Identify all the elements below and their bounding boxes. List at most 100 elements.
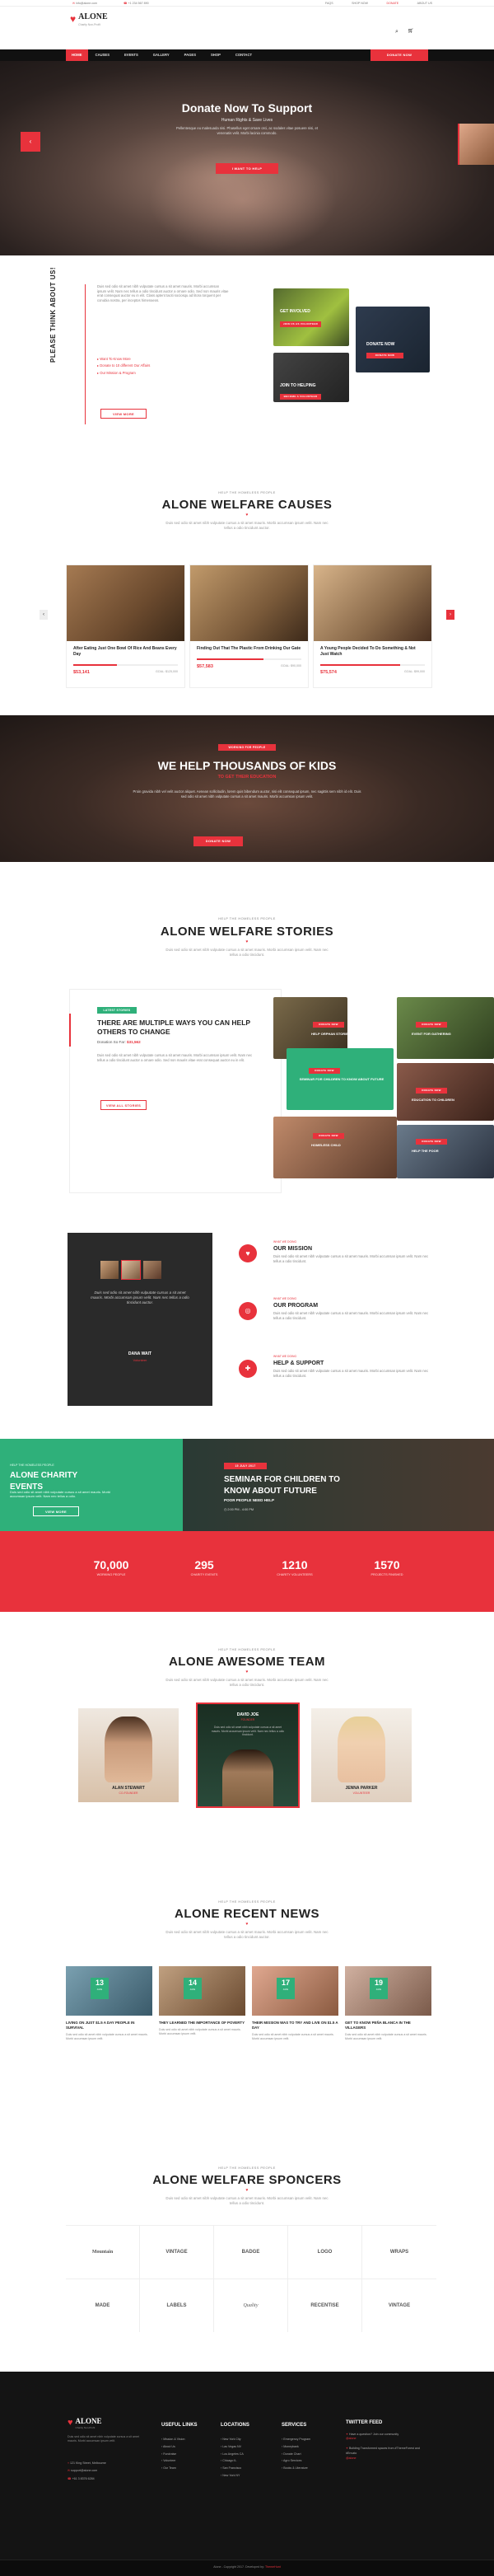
footer-link[interactable]: › Mission & Vision (161, 2436, 198, 2443)
news-card[interactable]: 17 AUG THEIR MISSION WAS TO TRY AND LIVE … (252, 1966, 338, 2057)
tweet-handle[interactable]: @alone (346, 2457, 428, 2461)
team-member-photo (338, 1717, 385, 1782)
sponsors-title: ALONE WELFARE SPONCERS (152, 2173, 342, 2187)
news-title[interactable]: GET TO KNOW PEÑA BLANCA IN THE VILLAGERS (345, 2021, 431, 2030)
sponsor-logo[interactable]: MADE (66, 2279, 140, 2332)
story-tile-pill[interactable]: DONATE NOW (313, 1133, 344, 1139)
developer-link[interactable]: ThemeHunt (265, 2565, 281, 2569)
news-title[interactable]: THEIR MISSION WAS TO TRY AND LIVE ON $1.… (252, 2021, 338, 2030)
sponsor-logo[interactable]: WRAPS (362, 2226, 436, 2279)
think-tile-2[interactable] (356, 307, 430, 372)
footer-tagline: Charity Non-Profit (75, 2426, 96, 2430)
cause-card[interactable]: A Young People Decided To Do Something &… (313, 564, 432, 688)
think-tile-2-button[interactable]: DONATE NOW (366, 353, 403, 358)
stat-item: 70,000 WORKING PEOPLE (70, 1557, 152, 1577)
footer-link[interactable]: › Las Vegas NV (221, 2443, 249, 2451)
top-link-donate[interactable]: DONATE (386, 2, 398, 6)
footer-link[interactable]: › New York NY (221, 2472, 249, 2480)
top-link-shop[interactable]: SHOP NOW (352, 2, 368, 6)
team-member-card-featured[interactable]: DAVID JOE FOUNDER Duis sed odio sit amet… (196, 1703, 300, 1808)
sponsor-logo[interactable]: LABELS (140, 2279, 214, 2332)
nav-gallery[interactable]: GALLERY (146, 53, 177, 58)
nav-causes[interactable]: CAUSES (88, 53, 117, 58)
sponsor-logo[interactable]: Quality (214, 2279, 288, 2332)
nav-donate-button[interactable]: DONATE NOW (370, 49, 428, 61)
footer-email[interactable]: ✉ support@alone.com (68, 2467, 106, 2475)
kids-donate-button[interactable]: DONATE NOW (193, 836, 243, 846)
cause-card[interactable]: After Eating Just One Bowl Of Rice And B… (66, 564, 185, 688)
hero-next-thumb[interactable] (458, 124, 494, 165)
sponsor-logo[interactable]: VINTAGE (362, 2279, 436, 2333)
nav-contact[interactable]: CONTACT (228, 53, 259, 58)
nav-home[interactable]: HOME (66, 49, 88, 61)
view-all-stories-button[interactable]: VIEW ALL STORIES (100, 1100, 147, 1110)
news-card[interactable]: 14 AUG THEY LEARNED THE IMPORTANCE OF POV… (159, 1966, 245, 2057)
story-tile-pill[interactable]: DONATE NOW (416, 1139, 447, 1145)
team-member-card[interactable]: JENNA PARKER VOLUNTEER (311, 1708, 412, 1802)
top-link-about[interactable]: ABOUT US (417, 2, 432, 6)
top-phone-text: +1 234 567 890 (128, 2, 149, 5)
news-title[interactable]: THEY LEARNED THE IMPORTANCE OF POVERTY (159, 2021, 245, 2026)
footer-link[interactable]: › Donate Chart (282, 2451, 310, 2458)
story-tile-title: SEMINAR FOR CHILDREN TO KNOW ABOUT FUTUR… (299, 1077, 384, 1081)
footer-phone[interactable]: ☎ +61 3 8376 6284 (68, 2475, 106, 2483)
footer-link[interactable]: › New York City (221, 2436, 249, 2443)
think-list-item[interactable]: ▸ Want To Know More (97, 356, 150, 363)
hero-prev-arrow[interactable]: ‹ (21, 132, 40, 152)
story-tile[interactable] (397, 997, 494, 1059)
avatar[interactable] (143, 1261, 161, 1279)
footer-link[interactable]: › Los Angeles CA (221, 2451, 249, 2458)
top-link-faqs[interactable]: FAQS (325, 2, 333, 6)
causes-next-arrow[interactable]: › (446, 610, 454, 620)
team-member-card[interactable]: ALAN STEWART CO-FOUNDER (78, 1708, 179, 1802)
footer-link[interactable]: › Chicago IL (221, 2457, 249, 2465)
news-card[interactable]: 13 AUG LIVING ON JUST $1.5 A DAY PEOPLE I… (66, 1966, 152, 2057)
think-tile-3-button[interactable]: BECOME A VOLUNTEER (280, 394, 321, 400)
avatar[interactable] (121, 1260, 141, 1280)
footer-link[interactable]: › About Us (161, 2443, 198, 2451)
cause-card[interactable]: Finding Out That The Plastic From Drinki… (189, 564, 309, 688)
story-tile-pill[interactable]: DONATE NOW (313, 1022, 344, 1028)
news-card[interactable]: 19 AUG GET TO KNOW PEÑA BLANCA IN THE VIL… (345, 1966, 431, 2057)
story-tile[interactable] (273, 1117, 397, 1178)
footer-logo[interactable]: ♥ ALONE Charity Non-Profit (68, 2416, 102, 2429)
top-bar-phone[interactable]: ☎ +1 234 567 890 (124, 2, 149, 6)
footer-link[interactable]: › Volunteer (161, 2457, 198, 2465)
cart-icon[interactable]: 🛒︎ (408, 28, 414, 35)
sponsor-logo[interactable]: LOGO (288, 2226, 362, 2279)
sponsor-logo[interactable]: Mountain (66, 2226, 140, 2279)
tweet-handle[interactable]: @alone (346, 2437, 428, 2442)
heart-divider-icon: ♥ (245, 2188, 249, 2193)
story-tile-pill[interactable]: DONATE NOW (416, 1022, 447, 1028)
sponsor-logo[interactable]: BADGE (214, 2226, 288, 2279)
events-view-more-button[interactable]: VIEW MORE (33, 1506, 79, 1516)
footer-link[interactable]: › Books & Literature (282, 2465, 310, 2472)
footer-link[interactable]: › Agro Services (282, 2457, 310, 2465)
think-list-item[interactable]: ▸ Our Mission & Program (97, 370, 150, 377)
think-tile-1-button[interactable]: JOIN US AS VOLUNTEER (280, 321, 321, 327)
logo[interactable]: ♥ ALONE Charity Non-Profit (70, 12, 108, 26)
hero-help-button[interactable]: I WANT TO HELP (216, 163, 278, 174)
nav-shop[interactable]: SHOP (203, 53, 228, 58)
footer-link[interactable]: › Moneybank (282, 2443, 310, 2451)
avatar[interactable] (100, 1261, 119, 1279)
twitter-icon: ✦ (346, 2432, 349, 2436)
footer-link[interactable]: › Fundraise (161, 2451, 198, 2458)
footer-link[interactable]: › San Francisco (221, 2465, 249, 2472)
story-tile-pill[interactable]: DONATE NOW (416, 1088, 447, 1094)
nav-pages[interactable]: PAGES (177, 53, 203, 58)
sponsor-logo[interactable]: RECENTISE (288, 2279, 362, 2332)
sponsor-logo[interactable]: VINTAGE (140, 2226, 214, 2279)
footer-link[interactable]: › Our Team (161, 2465, 198, 2472)
story-tile-pill[interactable]: DONATE NOW (309, 1068, 340, 1074)
causes-prev-arrow[interactable]: ‹ (40, 610, 48, 620)
think-view-more-button[interactable]: VIEW MORE (100, 409, 147, 419)
footer-link[interactable]: › Emergency Program (282, 2436, 310, 2443)
nav-events[interactable]: EVENTS (117, 53, 146, 58)
top-bar-email[interactable]: ✉ info@alone.com (72, 2, 97, 6)
search-icon[interactable]: ⌕ (395, 28, 398, 35)
think-tile-1[interactable] (273, 288, 349, 346)
team-member-role: CO-FOUNDER (119, 1791, 138, 1795)
news-title[interactable]: LIVING ON JUST $1.5 A DAY PEOPLE IN SURV… (66, 2021, 152, 2030)
think-list-item[interactable]: ▸ Donate to 10 different Our Affairs (97, 363, 150, 369)
